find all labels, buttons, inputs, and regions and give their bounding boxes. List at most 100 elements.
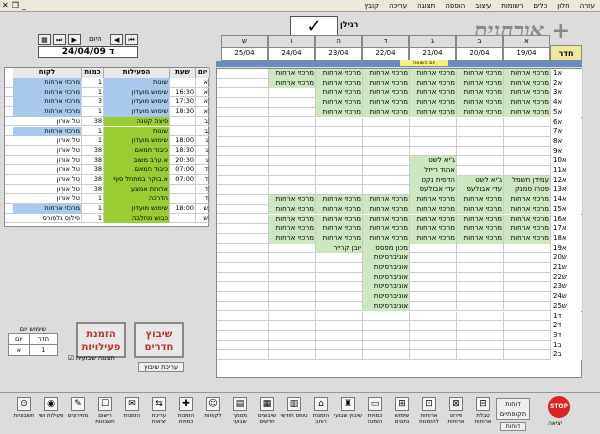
list-item[interactable]: ש 18:00 שימוש מועדון 1 מרכזי ארחות [5,204,210,214]
schedule-cell[interactable] [504,311,551,322]
schedule-cell[interactable] [316,272,363,283]
list-item[interactable]: ד 07:00 א.בוקר במתחל סוף 38 טל אורון [5,175,210,185]
toolbar-button[interactable]: ⊟ טבלת ארוחות [469,397,497,431]
schedule-cell[interactable]: מרכזי ארחות [269,195,316,205]
schedule-cell[interactable] [410,321,457,331]
schedule-cell[interactable]: מרכזי ארחות [457,195,504,205]
schedule-cell[interactable] [222,311,269,322]
schedule-cell[interactable]: מכון מפסס [363,243,410,254]
schedule-cell[interactable] [269,253,316,263]
toolbar-button[interactable]: ▭ כמויות הזמנה [361,397,389,431]
schedule-cell[interactable]: מרכזי ארחות [504,78,551,89]
schedule-cell[interactable] [410,311,457,322]
schedule-cell[interactable] [363,136,410,147]
schedule-cell[interactable] [363,166,410,176]
schedule-cell[interactable]: יובן קרייר [316,243,363,254]
room-label[interactable]: 8א [551,136,583,147]
schedule-cell[interactable] [269,136,316,147]
schedule-cell[interactable]: מרכזי ארחות [504,214,551,225]
schedule-cell[interactable] [504,272,551,283]
schedule-cell[interactable] [222,224,269,234]
schedule-cell[interactable] [410,292,457,302]
room-label[interactable]: 13א [551,185,583,196]
schedule-cell[interactable] [363,350,410,360]
schedule-cell[interactable] [504,263,551,273]
close-icon[interactable]: ✕ [2,1,9,10]
schedule-cell[interactable] [222,263,269,273]
schedule-cell[interactable] [269,156,316,166]
room-label[interactable]: 1ד [551,311,583,322]
menu-item[interactable]: קובץ [359,2,384,10]
schedule-cell[interactable] [222,282,269,293]
list-item[interactable]: ד ארוחת אמצע 38 טל אורון [5,184,210,195]
schedule-cell[interactable] [222,107,269,118]
toolbar-button[interactable]: ◉ פעילות ושי [37,397,65,431]
schedule-cell[interactable]: מרכזי ארחות [504,88,551,99]
schedule-cell[interactable]: מרכזי ארחות [504,233,551,244]
schedule-cell[interactable]: אוניברסיטת [363,282,410,293]
schedule-cell[interactable]: מרכזי ארחות [363,224,410,234]
schedule-cell[interactable]: מרכזי ארחות [410,224,457,234]
toolbar-button[interactable]: ▦ שיבוצים חדשים [253,397,281,431]
schedule-cell[interactable] [316,350,363,360]
list-item[interactable]: ג 18:00 שימוש מועדון 1 טל אורון [5,136,210,146]
schedule-cell[interactable]: מרכזי ארחות [504,107,551,118]
next-week-icon[interactable]: ⏭ [52,34,66,45]
toolbar-button[interactable]: ✚ הזמנות כמויות [172,397,200,431]
room-label[interactable]: 14א [551,195,583,205]
schedule-cell[interactable] [316,330,363,341]
schedule-cell[interactable] [269,282,316,293]
list-item[interactable]: א 16:30 שימוש מועדון 1 מרכזי ארחות [5,87,210,98]
toolbar-button[interactable]: ✉ הזמנות [118,397,146,431]
schedule-cell[interactable] [316,146,363,157]
schedule-cell[interactable]: מרכזי ארחות [363,204,410,215]
schedule-cell[interactable] [410,253,457,263]
room-label[interactable]: 10א [551,156,583,166]
schedule-cell[interactable] [410,146,457,157]
stop-button[interactable]: STOP [548,396,570,418]
menu-item[interactable]: עיצוב [470,2,496,10]
schedule-cell[interactable] [222,204,269,215]
schedule-cell[interactable] [269,263,316,273]
schedule-cell[interactable]: מרכזי ארחות [504,224,551,234]
schedule-cell[interactable] [269,117,316,128]
list-item[interactable]: ב פיצה קטנה 38 טל אורון [5,116,210,127]
toolbar-button[interactable]: ⊠ פירוט ארוחות [442,397,470,431]
schedule-cell[interactable] [222,117,269,128]
room-label[interactable]: 3א [551,88,583,99]
day-column-6[interactable]: ש 25/04 [221,35,268,61]
menu-item[interactable]: עזרה [575,2,600,10]
toolbar-button[interactable]: ☺ לקוחות [199,397,227,431]
schedule-cell[interactable] [504,301,551,312]
schedule-cell[interactable] [457,127,504,137]
schedule-cell[interactable] [222,340,269,351]
schedule-cell[interactable] [504,282,551,293]
schedule-cell[interactable]: מרכזי ארחות [457,107,504,118]
schedule-cell[interactable] [504,243,551,254]
schedule-cell[interactable]: מרכזי ארחות [363,107,410,118]
schedule-cell[interactable]: מרכזי ארחות [269,214,316,225]
schedule-cell[interactable]: אוניברסיטת [363,272,410,283]
schedule-cell[interactable]: מרכזי ארחות [410,98,457,108]
schedule-cell[interactable]: מרכזי ארחות [410,214,457,225]
toolbar-button[interactable]: ▤ מסמך שבועי [226,397,254,431]
schedule-cell[interactable]: מרכזי ארחות [269,69,316,79]
schedule-cell[interactable]: מרכזי ארחות [504,195,551,205]
schedule-cell[interactable]: מרכזי ארחות [363,214,410,225]
schedule-cell[interactable] [457,166,504,176]
schedule-cell[interactable]: מרכזי ארחות [457,204,504,215]
schedule-cell[interactable]: מרכזי ארחות [410,88,457,99]
toolbar-button[interactable]: ♜ שיבוץ שבועי [334,397,362,431]
schedule-cell[interactable] [269,88,316,99]
schedule-cell[interactable]: מרכזי ארחות [316,107,363,118]
schedule-cell[interactable]: מרכזי ארחות [316,88,363,99]
menu-item[interactable]: חלון [552,2,574,10]
menu-item[interactable]: תצוגה [412,2,440,10]
schedule-cell[interactable] [269,292,316,302]
room-label[interactable]: 25ש [551,301,583,312]
prev-day-icon[interactable]: ◀ [110,34,124,45]
schedule-cell[interactable]: אוניברסיטת [363,263,410,273]
schedule-cell[interactable] [504,136,551,147]
list-item[interactable]: ש כבוש מחלבה 1 פילוס גלפורס [5,213,210,224]
schedule-cell[interactable]: עדי אבולעפ [457,185,504,196]
